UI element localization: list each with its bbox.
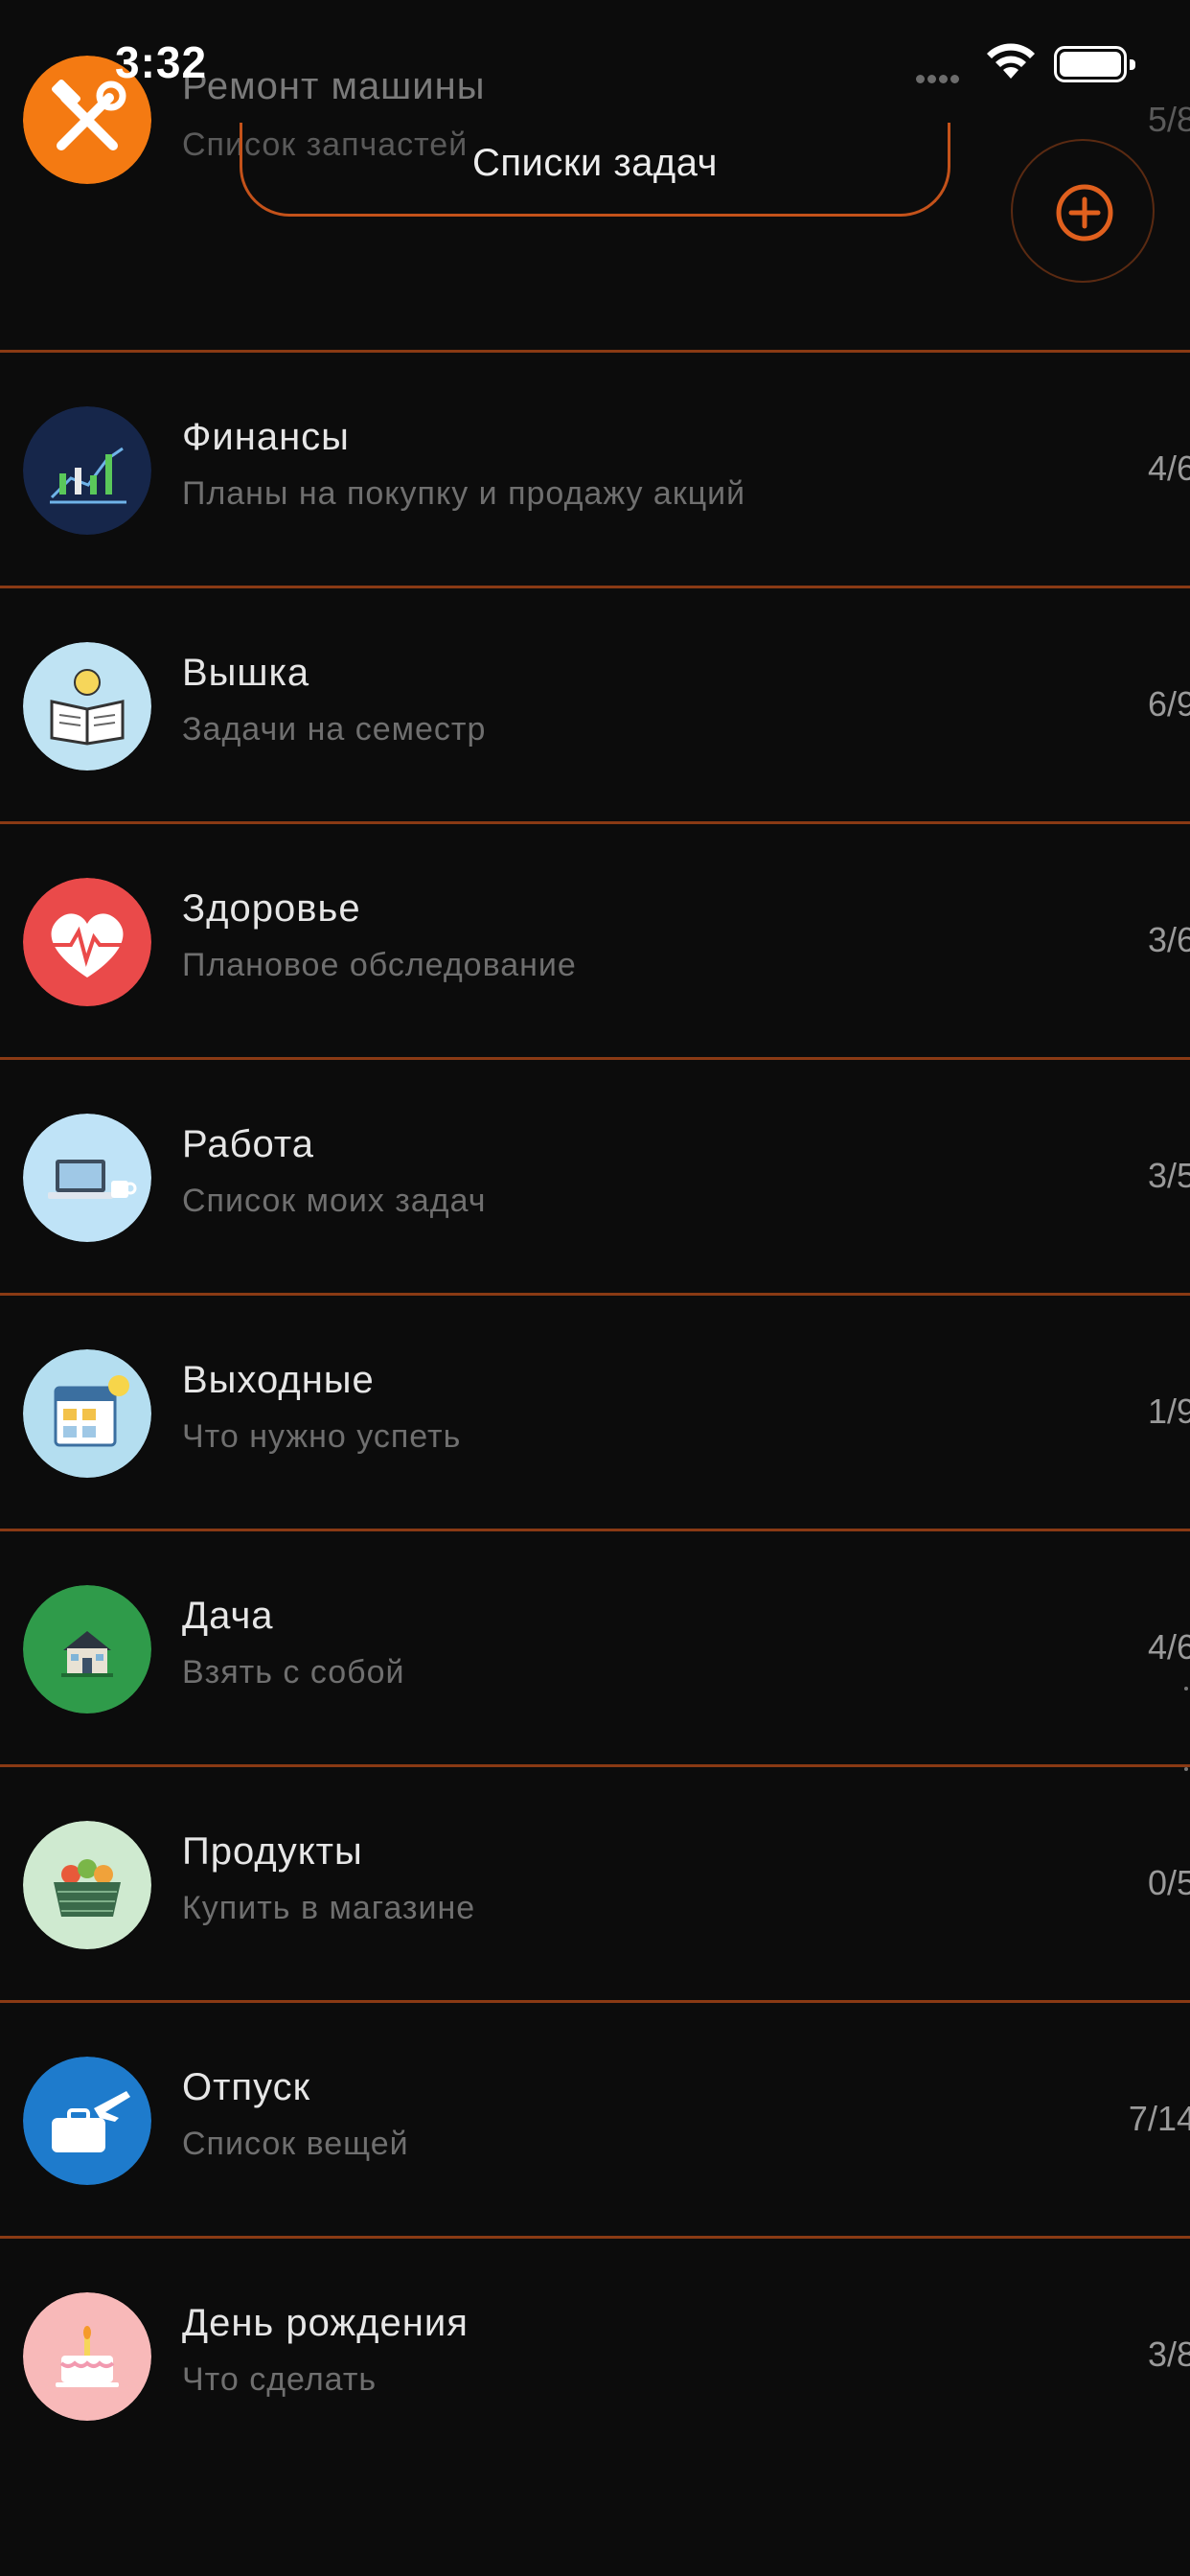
list-item[interactable]: Продукты Купить в магазине 0/5 bbox=[0, 1767, 1190, 2003]
list-title: Выходные bbox=[182, 1359, 375, 1401]
list-subtitle: Купить в магазине bbox=[182, 1890, 476, 1926]
list-item[interactable]: Выходные Что нужно успеть 1/9 bbox=[0, 1296, 1190, 1531]
battery-icon bbox=[1054, 46, 1135, 82]
list-item[interactable]: Вышка Задачи на семестр 6/9 bbox=[0, 588, 1190, 824]
clock: 3:32 bbox=[115, 37, 208, 87]
task-list: Ремонт машины Список запчастей 5/8 Финан… bbox=[0, 56, 1190, 2474]
house-icon bbox=[23, 1585, 151, 1714]
list-title: Финансы bbox=[182, 416, 350, 458]
cake-icon bbox=[23, 2292, 151, 2421]
progress-count: 3/5 bbox=[1147, 1156, 1190, 1195]
progress-count: 7/14 bbox=[1128, 2099, 1190, 2138]
list-title: Отпуск bbox=[182, 2066, 311, 2108]
page-title: Списки задач bbox=[472, 142, 718, 184]
list-item[interactable]: Отпуск Список вещей 7/14 bbox=[0, 2003, 1190, 2239]
list-item[interactable]: Дача Взять с собой 4/6 bbox=[0, 1531, 1190, 1767]
scroll-indicator bbox=[1184, 1687, 1188, 1955]
list-subtitle: Список моих задач bbox=[182, 1183, 487, 1219]
list-subtitle: Что сделать bbox=[182, 2361, 378, 2398]
list-title: Работа bbox=[182, 1123, 314, 1165]
list-title: Вышка bbox=[182, 652, 310, 694]
list-subtitle: Список вещей bbox=[182, 2126, 409, 2162]
calendar-sun-icon bbox=[23, 1349, 151, 1478]
list-subtitle: Планы на покупку и продажу акций bbox=[182, 475, 746, 512]
progress-count: 3/8 bbox=[1147, 2334, 1190, 2374]
progress-count: 1/9 bbox=[1147, 1392, 1190, 1431]
list-title: Здоровье bbox=[182, 887, 361, 930]
cellular-signal-icon bbox=[916, 71, 962, 88]
screen: 3:32 Списки задач Ремонт машины Список з… bbox=[0, 0, 1190, 2576]
add-list-button[interactable] bbox=[1011, 139, 1155, 283]
list-item[interactable]: Финансы Планы на покупку и продажу акций… bbox=[0, 353, 1190, 588]
list-title: День рождения bbox=[182, 2302, 469, 2344]
list-title: Продукты bbox=[182, 1830, 363, 1873]
list-item[interactable]: День рождения Что сделать 3/8 bbox=[0, 2239, 1190, 2474]
list-subtitle: Плановое обследование bbox=[182, 947, 577, 983]
plus-circle-icon bbox=[1056, 184, 1113, 242]
progress-count: 3/6 bbox=[1147, 920, 1190, 959]
list-item[interactable]: Работа Список моих задач 3/5 bbox=[0, 1060, 1190, 1296]
wifi-icon bbox=[985, 42, 1037, 85]
list-title: Дача bbox=[182, 1595, 274, 1637]
progress-count: 6/9 bbox=[1147, 684, 1190, 724]
suitcase-plane-icon bbox=[23, 2057, 151, 2185]
progress-count: 4/6 bbox=[1147, 1627, 1190, 1667]
status-bar: 3:32 bbox=[0, 0, 1190, 125]
list-subtitle: Задачи на семестр bbox=[182, 711, 487, 748]
basket-icon bbox=[23, 1821, 151, 1949]
heart-pulse-icon bbox=[23, 878, 151, 1006]
stock-chart-icon bbox=[23, 406, 151, 535]
progress-count: 4/6 bbox=[1147, 448, 1190, 488]
laptop-coffee-icon bbox=[23, 1114, 151, 1242]
book-lightbulb-icon bbox=[23, 642, 151, 770]
list-subtitle: Взять с собой bbox=[182, 1654, 405, 1690]
list-item[interactable]: Здоровье Плановое обследование 3/6 bbox=[0, 824, 1190, 1060]
list-subtitle: Что нужно успеть bbox=[182, 1418, 462, 1455]
